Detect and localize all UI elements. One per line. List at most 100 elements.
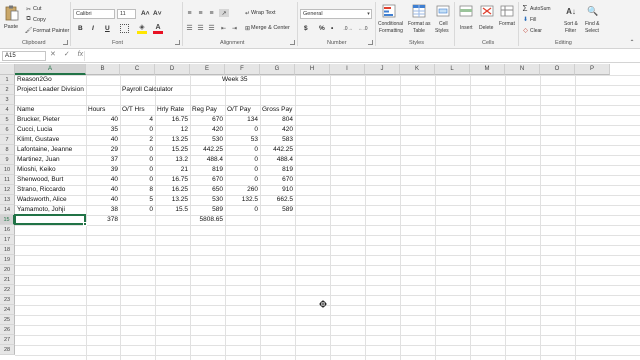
column-header-j[interactable]: J [365,64,400,75]
find-select-icon[interactable]: 🔍 [586,4,600,18]
paste-button[interactable]: Paste [4,24,18,30]
value-cell[interactable]: 16.75 [155,115,190,125]
insert-icon[interactable] [459,4,473,18]
value-cell[interactable]: 0 [120,205,155,215]
insert-function-icon[interactable]: fx [78,51,83,58]
underline-button[interactable]: U [105,25,110,32]
find-select-button[interactable]: Find & [585,21,599,27]
fill-handle[interactable] [83,222,87,226]
row-header-26[interactable]: 26 [0,325,15,335]
value-cell[interactable]: 37 [86,155,120,165]
conditional-formatting-button[interactable]: Conditional [378,21,403,27]
header-cell-reg-pay[interactable]: Reg Pay [190,105,225,115]
percent-button[interactable]: % [319,25,325,32]
value-cell[interactable]: 8 [120,185,155,195]
row-header-1[interactable]: 1 [0,75,15,85]
value-cell[interactable]: 420 [190,125,225,135]
align-left-icon[interactable]: ☰ [185,24,194,32]
row-header-19[interactable]: 19 [0,255,15,265]
total-hours-cell[interactable]: 378 [86,215,120,225]
shrink-font-button[interactable]: A˅ [153,10,162,17]
row-header-18[interactable]: 18 [0,245,15,255]
value-cell[interactable]: 15.5 [155,205,190,215]
row-header-23[interactable]: 23 [0,295,15,305]
employee-name-cell[interactable]: Mioshi, Keiko [15,165,86,175]
value-cell[interactable]: 530 [190,195,225,205]
formula-input[interactable] [84,51,636,61]
alignment-launcher-icon[interactable] [290,40,295,45]
row-header-17[interactable]: 17 [0,235,15,245]
chevron-down-icon[interactable]: ▾ [366,9,371,19]
cell-styles-icon[interactable] [436,4,450,18]
value-cell[interactable]: 16.75 [155,175,190,185]
cancel-icon[interactable]: ✕ [50,51,56,58]
column-header-k[interactable]: K [400,64,435,75]
value-cell[interactable]: 12 [155,125,190,135]
font-launcher-icon[interactable] [175,40,180,45]
value-cell[interactable]: 488.4 [190,155,225,165]
decrease-indent-icon[interactable]: ⇤ [219,24,228,32]
top-align-icon[interactable]: ≡ [185,9,194,17]
wrap-text-button[interactable]: Wrap Text [251,10,276,16]
employee-name-cell[interactable]: Strano, Riccardo [15,185,86,195]
employee-name-cell[interactable]: Klimt, Gustave [15,135,86,145]
value-cell[interactable]: 819 [260,165,295,175]
value-cell[interactable]: 819 [190,165,225,175]
sort-filter-label-2[interactable]: Filter [565,28,576,34]
value-cell[interactable]: 5 [120,195,155,205]
column-header-i[interactable]: I [330,64,365,75]
cell-f1[interactable]: Week 35 [220,75,255,85]
value-cell[interactable]: 0 [120,165,155,175]
value-cell[interactable]: 0 [120,145,155,155]
row-header-10[interactable]: 10 [0,165,15,175]
cell-a1[interactable]: Reason2Go [15,75,86,85]
row-header-24[interactable]: 24 [0,305,15,315]
fill-button[interactable]: Fill [530,17,536,23]
align-right-icon[interactable]: ☰ [207,24,216,32]
header-cell-gross-pay[interactable]: Gross Pay [260,105,295,115]
insert-button[interactable]: Insert [460,25,473,31]
row-header-14[interactable]: 14 [0,205,15,215]
conditional-formatting-label-2[interactable]: Formatting [379,28,403,34]
header-cell-o-t-pay[interactable]: O/T Pay [225,105,260,115]
cell-area[interactable]: Reason2Go Week 35 Project Leader Division P… [14,75,640,360]
name-box[interactable]: A15 [2,51,46,61]
value-cell[interactable]: 13.25 [155,135,190,145]
value-cell[interactable]: 0 [225,205,260,215]
delete-button[interactable]: Delete [479,25,493,31]
enter-icon[interactable]: ✓ [64,51,70,58]
value-cell[interactable]: 53 [225,135,260,145]
cell-c2[interactable]: Payroll Calculator [120,85,190,95]
format-painter-button[interactable]: Format Painter [33,28,69,34]
align-center-icon[interactable]: ☰ [196,24,205,32]
font-size-select[interactable]: 11 [117,9,136,19]
value-cell[interactable]: 0 [120,175,155,185]
value-cell[interactable]: 0 [120,155,155,165]
value-cell[interactable]: 442.25 [190,145,225,155]
value-cell[interactable]: 650 [190,185,225,195]
column-header-d[interactable]: D [155,64,190,75]
number-launcher-icon[interactable] [368,40,373,45]
value-cell[interactable]: 38 [86,205,120,215]
value-cell[interactable]: 670 [190,115,225,125]
value-cell[interactable]: 2 [120,135,155,145]
column-header-l[interactable]: L [435,64,470,75]
sort-filter-icon[interactable]: A↓ [564,4,578,18]
sort-filter-button[interactable]: Sort & [564,21,578,27]
employee-name-cell[interactable]: Lafontaine, Jeanne [15,145,86,155]
row-header-7[interactable]: 7 [0,135,15,145]
column-header-o[interactable]: O [540,64,575,75]
row-header-21[interactable]: 21 [0,275,15,285]
value-cell[interactable]: 40 [86,175,120,185]
decrease-decimal-icon[interactable]: ←.0 [357,24,369,33]
row-header-4[interactable]: 4 [0,105,15,115]
italic-button[interactable]: I [92,25,94,32]
column-header-c[interactable]: C [120,64,155,75]
borders-icon[interactable] [120,24,129,33]
header-cell-name[interactable]: Name [15,105,86,115]
column-header-e[interactable]: E [190,64,225,75]
value-cell[interactable]: 4 [120,115,155,125]
cell-styles-label-2[interactable]: Styles [435,28,449,34]
cut-button[interactable]: Cut [33,6,42,12]
value-cell[interactable]: 0 [225,145,260,155]
